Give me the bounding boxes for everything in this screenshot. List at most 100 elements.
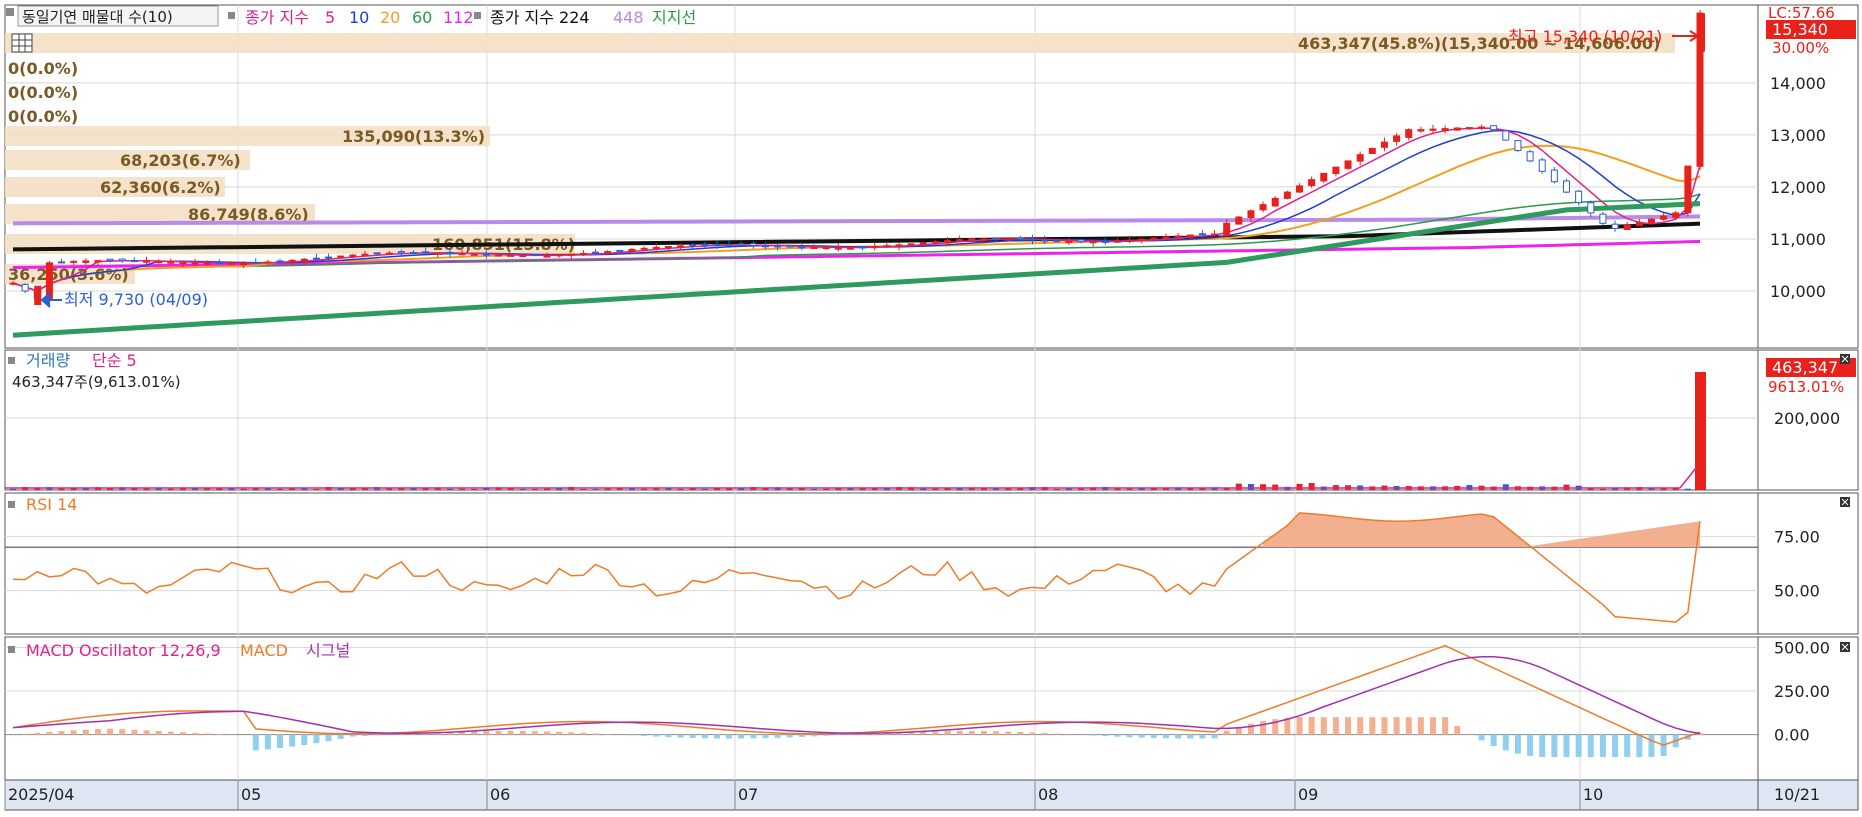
legend-ma112: 112 [443,8,474,27]
candle-body [1224,223,1230,235]
candle-body [1381,142,1387,147]
volume-legend-icon[interactable] [8,357,15,364]
macd-oscillator-bar [374,735,380,736]
volume-bar [520,489,526,490]
volume-bar [1248,484,1254,490]
macd-oscillator-bar [1563,735,1569,757]
macd-oscillator-bar [1406,717,1412,734]
macd-oscillator-bar [641,735,647,736]
candle-body [787,246,793,247]
candle-body [326,257,332,258]
candle-body [580,253,586,254]
candle-body [350,255,356,256]
macd-oscillator-bar [1187,735,1193,739]
candle-body [629,249,635,251]
candle-body [204,263,210,264]
macd-oscillator-bar [1527,735,1533,756]
candle-body [762,246,768,247]
candle-body [775,246,781,247]
candle-body [1212,234,1218,235]
macd-oscillator-bar [993,731,999,734]
macd-oscillator-bar [1515,735,1521,754]
macd-oscillator-bar [1636,735,1642,757]
candle-body [847,247,853,249]
macd-oscillator-bar [762,735,768,738]
price-tick-label: 13,000 [1770,126,1826,145]
volume-legend: 거래량 [26,351,70,370]
macd-oscillator-bar [1029,732,1035,734]
candle-body [678,246,684,247]
macd-oscillator-bar [22,734,28,735]
macd-oscillator-bar [119,729,125,734]
legend-toggle-icon[interactable] [6,8,14,16]
macd-oscillator-bar [932,731,938,735]
legend-ma-label: 종가 지수 [245,8,309,27]
macd-oscillator-bar [1175,735,1181,739]
candle-body [10,283,16,284]
candle-body [1357,155,1363,161]
current-price: 15,340 [1772,20,1828,39]
candle-body [884,246,890,247]
candle-body [107,259,113,260]
macd-oscillator-bar [1054,734,1060,735]
macd-oscillator-bar [83,730,89,735]
macd-oscillator-bar [1588,735,1594,757]
candle-body [823,248,829,249]
x-tick-label: 09 [1298,785,1318,804]
volume-bar [10,489,16,490]
volume-bar [1054,489,1060,490]
candle-body [860,247,866,248]
candle-body [22,284,28,291]
candle-body [593,252,599,253]
macd-oscillator-bar [144,730,150,734]
candle-body [993,238,999,239]
candle-body [556,255,562,256]
panel-frame-vol [5,350,1758,490]
close-icon[interactable] [1840,497,1850,507]
macd-oscillator-bar [1151,735,1157,738]
candle-body [617,250,623,251]
candle-body [896,245,902,246]
candle-body [1515,141,1521,151]
volume-bar [1309,483,1315,490]
candle-body [95,261,101,262]
macd-oscillator-bar [289,735,295,747]
candle-body [1648,219,1654,222]
candle-body [1369,148,1375,153]
candle-body [1042,240,1048,241]
macd-oscillator-bar [313,735,319,744]
macd-oscillator-bar [1114,735,1120,737]
candle-body [520,256,526,257]
rsi-legend-icon[interactable] [8,501,15,508]
stock-chart: 463,347(45.8%)(15,340.00 ~ 14,606.00)0(0… [0,0,1862,813]
x-tick-label: 07 [738,785,758,804]
candle-body [1491,126,1497,130]
close-icon[interactable] [1840,354,1850,364]
close-icon[interactable] [1840,642,1850,652]
volume-tick-label: 200,000 [1774,409,1840,428]
macd-oscillator-bar [216,734,222,735]
macd-tick-label: 500.00 [1774,638,1830,657]
macd-oscillator-bar [338,735,344,739]
macd-oscillator-bar [1418,717,1424,734]
volume-bar-last [1695,372,1706,490]
candle-body [568,254,574,255]
macd-oscillator-bar [1296,717,1302,735]
candle-body [362,254,368,255]
candle-body [495,255,501,256]
volume-bar [1600,489,1606,490]
macd-oscillator-bar [1551,735,1557,757]
volume-bar [241,489,247,490]
grid-table-button[interactable] [12,34,32,52]
volume-current: 463,347주(9,613.01%) [12,373,181,391]
volume-bar [544,489,550,490]
rsi-tick-label: 75.00 [1774,527,1820,546]
candle-body [653,247,659,248]
candle-body [908,244,914,245]
volume-profile-label: 0(0.0%) [8,107,78,126]
grid-table-icon[interactable] [12,34,32,52]
macd-legend-icon[interactable] [8,646,15,653]
candle-body [920,243,926,244]
candle-body [981,239,987,240]
macd-oscillator-bar [204,733,210,734]
